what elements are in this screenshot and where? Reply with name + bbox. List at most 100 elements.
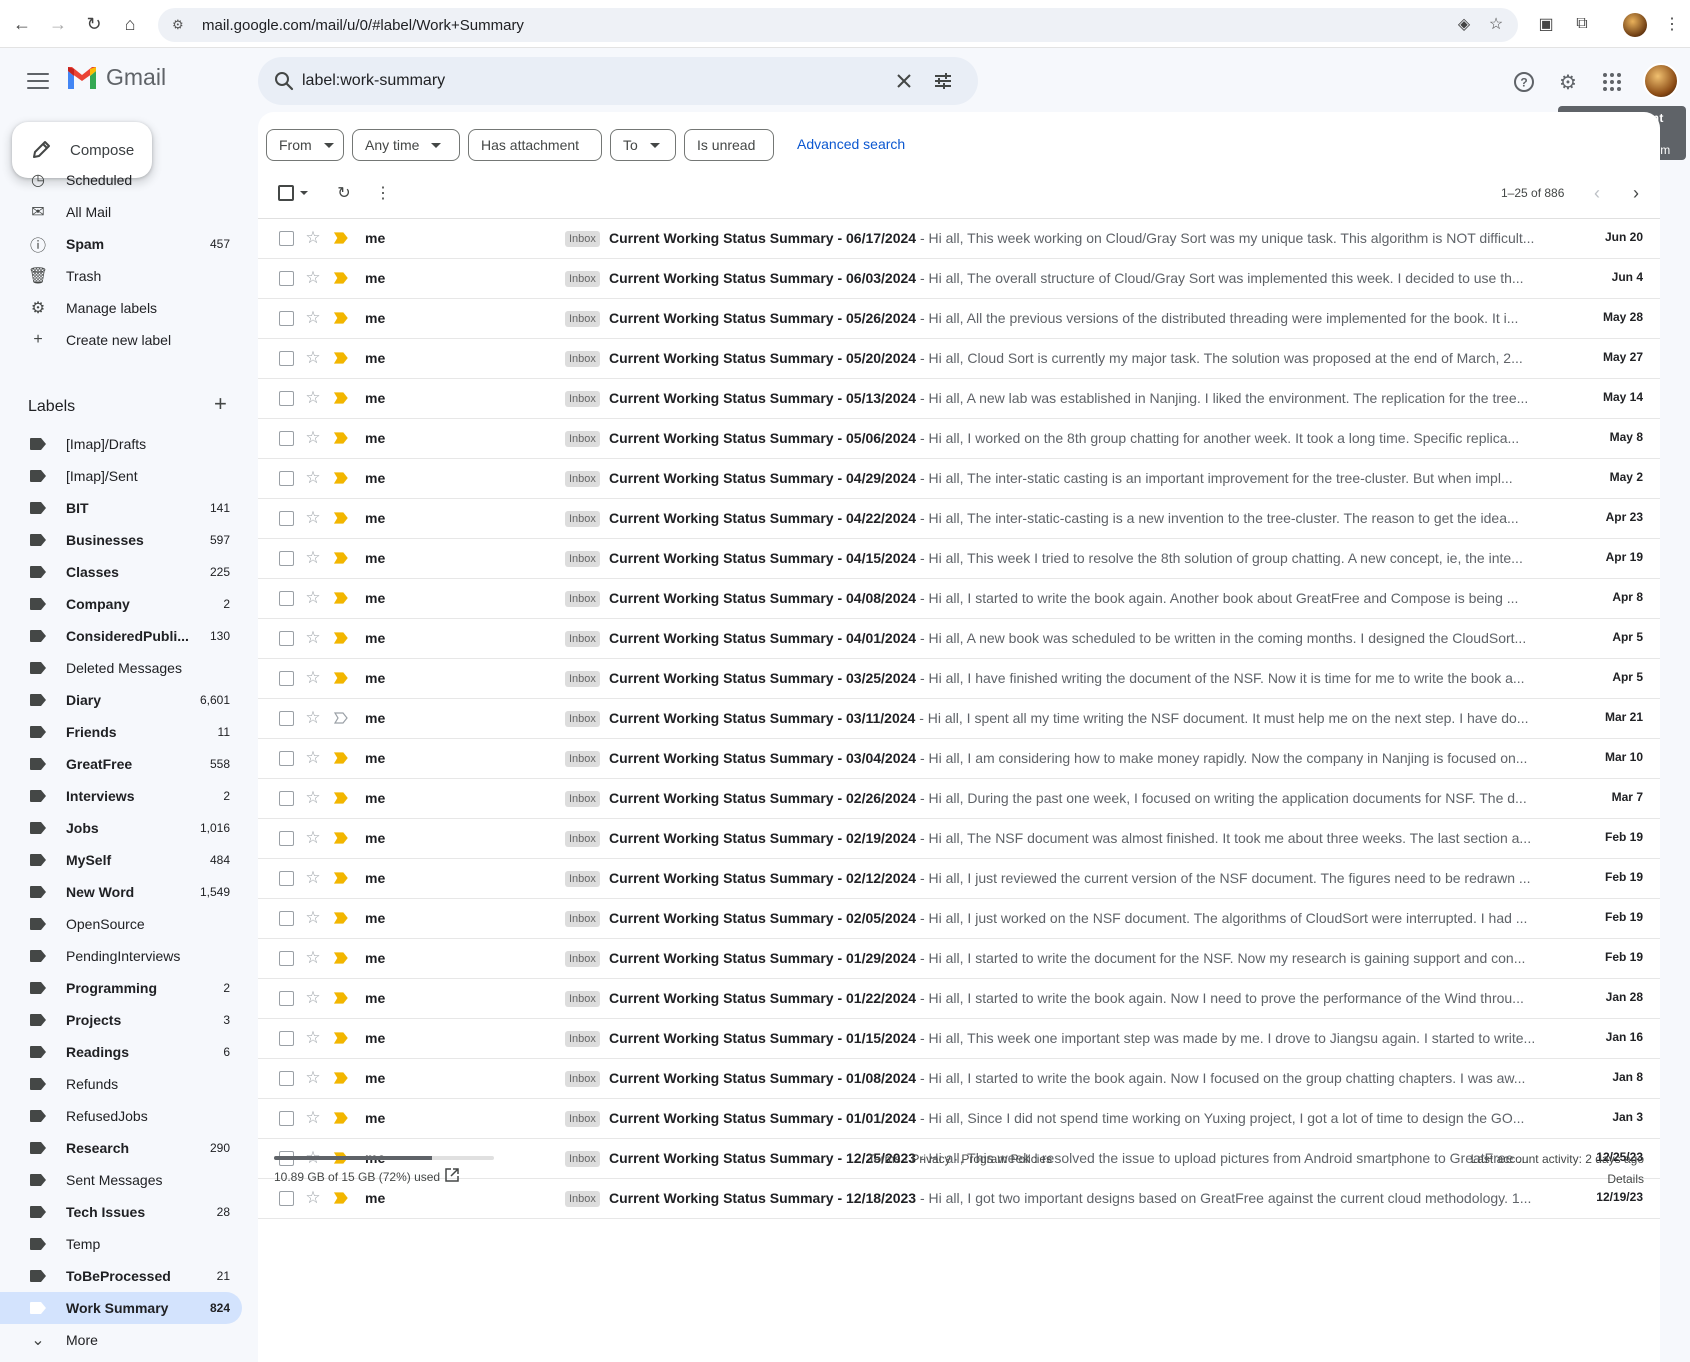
bookmark-star-icon[interactable]: ☆ bbox=[1484, 12, 1508, 36]
details-link[interactable]: Details bbox=[1607, 1172, 1644, 1186]
importance-marker-icon[interactable] bbox=[334, 952, 348, 964]
inbox-badge[interactable]: Inbox bbox=[565, 1111, 600, 1127]
sidebar-item-manage-labels[interactable]: ⚙ Manage labels bbox=[0, 292, 242, 324]
importance-marker-icon[interactable] bbox=[334, 552, 348, 564]
star-icon[interactable]: ☆ bbox=[303, 1068, 323, 1088]
row-checkbox[interactable] bbox=[279, 471, 294, 486]
inbox-badge[interactable]: Inbox bbox=[565, 791, 600, 807]
sidebar-label-opensource[interactable]: OpenSource bbox=[0, 908, 242, 940]
row-checkbox[interactable] bbox=[279, 791, 294, 806]
sidebar-item-trash[interactable]: 🗑 Trash bbox=[0, 260, 242, 292]
inbox-badge[interactable]: Inbox bbox=[565, 631, 600, 647]
email-row[interactable]: ☆ me Inbox Current Working Status Summary -… bbox=[258, 1099, 1660, 1139]
importance-marker-icon[interactable] bbox=[334, 1032, 348, 1044]
star-icon[interactable]: ☆ bbox=[303, 988, 323, 1008]
importance-marker-icon[interactable] bbox=[334, 232, 348, 244]
sidebar-label-greatfree[interactable]: GreatFree 558 bbox=[0, 748, 242, 780]
inbox-badge[interactable]: Inbox bbox=[565, 1151, 600, 1167]
email-row[interactable]: ☆ me Inbox Current Working Status Summary -… bbox=[258, 739, 1660, 779]
star-icon[interactable]: ☆ bbox=[303, 908, 323, 928]
email-row[interactable]: ☆ me Inbox Current Working Status Summary -… bbox=[258, 779, 1660, 819]
browser-profile-avatar[interactable] bbox=[1623, 13, 1647, 37]
sidebar-label-new-word[interactable]: New Word 1,549 bbox=[0, 876, 242, 908]
puzzle-icon[interactable]: ⧉ bbox=[1570, 12, 1594, 36]
row-checkbox[interactable] bbox=[279, 271, 294, 286]
importance-marker-icon[interactable] bbox=[334, 1192, 348, 1204]
sidebar-label-deleted-messages[interactable]: Deleted Messages bbox=[0, 652, 242, 684]
email-row[interactable]: ☆ me Inbox Current Working Status Summary -… bbox=[258, 659, 1660, 699]
sidebar-label-tech-issues[interactable]: Tech Issues 28 bbox=[0, 1196, 242, 1228]
sidebar-label-classes[interactable]: Classes 225 bbox=[0, 556, 242, 588]
sidebar-item-all-mail[interactable]: ✉ All Mail bbox=[0, 196, 242, 228]
sidebar-label-readings[interactable]: Readings 6 bbox=[0, 1036, 242, 1068]
row-checkbox[interactable] bbox=[279, 391, 294, 406]
star-icon[interactable]: ☆ bbox=[303, 468, 323, 488]
importance-marker-icon[interactable] bbox=[334, 912, 348, 924]
sidebar-label-myself[interactable]: MySelf 484 bbox=[0, 844, 242, 876]
row-checkbox[interactable] bbox=[279, 951, 294, 966]
inbox-badge[interactable]: Inbox bbox=[565, 351, 600, 367]
inbox-badge[interactable]: Inbox bbox=[565, 591, 600, 607]
forward-icon[interactable]: → bbox=[46, 12, 70, 36]
star-icon[interactable]: ☆ bbox=[303, 508, 323, 528]
sidebar-label-friends[interactable]: Friends 11 bbox=[0, 716, 242, 748]
gmail-logo[interactable]: Gmail bbox=[66, 64, 166, 91]
inbox-badge[interactable]: Inbox bbox=[565, 1191, 600, 1207]
from-filter-chip[interactable]: From bbox=[266, 129, 344, 161]
search-icon[interactable] bbox=[272, 69, 296, 93]
sidebar-more[interactable]: ⌄ More bbox=[0, 1324, 242, 1356]
email-row[interactable]: ☆ me Inbox Current Working Status Summary -… bbox=[258, 379, 1660, 419]
site-settings-icon[interactable]: ⚙ bbox=[172, 17, 192, 33]
row-checkbox[interactable] bbox=[279, 511, 294, 526]
row-checkbox[interactable] bbox=[279, 591, 294, 606]
email-row[interactable]: ☆ me Inbox Current Working Status Summary -… bbox=[258, 1179, 1660, 1219]
inbox-badge[interactable]: Inbox bbox=[565, 951, 600, 967]
inbox-badge[interactable]: Inbox bbox=[565, 871, 600, 887]
email-row[interactable]: ☆ me Inbox Current Working Status Summary -… bbox=[258, 899, 1660, 939]
more-options-icon[interactable]: ⋮ bbox=[372, 182, 394, 204]
clear-search-icon[interactable] bbox=[894, 71, 914, 91]
inbox-badge[interactable]: Inbox bbox=[565, 991, 600, 1007]
reload-icon[interactable]: ↻ bbox=[82, 12, 106, 36]
inbox-badge[interactable]: Inbox bbox=[565, 551, 600, 567]
star-icon[interactable]: ☆ bbox=[303, 708, 323, 728]
sidebar-label-tobeprocessed[interactable]: ToBeProcessed 21 bbox=[0, 1260, 242, 1292]
prev-page-icon[interactable]: ‹ bbox=[1586, 182, 1608, 204]
sidebar-item-create-new-label[interactable]: + Create new label bbox=[0, 324, 242, 356]
star-icon[interactable]: ☆ bbox=[303, 268, 323, 288]
address-bar[interactable]: ⚙ mail.google.com/mail/u/0/#label/Work+S… bbox=[158, 8, 1518, 42]
sidebar-label-sent-messages[interactable]: Sent Messages bbox=[0, 1164, 242, 1196]
star-icon[interactable]: ☆ bbox=[303, 228, 323, 248]
account-avatar[interactable] bbox=[1643, 63, 1679, 99]
row-checkbox[interactable] bbox=[279, 751, 294, 766]
inbox-badge[interactable]: Inbox bbox=[565, 231, 600, 247]
importance-marker-icon[interactable] bbox=[334, 872, 348, 884]
inbox-badge[interactable]: Inbox bbox=[565, 911, 600, 927]
back-icon[interactable]: ← bbox=[10, 12, 34, 36]
select-menu-chevron-icon[interactable] bbox=[300, 191, 308, 195]
star-icon[interactable]: ☆ bbox=[303, 388, 323, 408]
importance-marker-icon[interactable] bbox=[334, 672, 348, 684]
sidebar-item-scheduled[interactable]: ◷ Scheduled bbox=[0, 164, 242, 196]
importance-marker-icon[interactable] bbox=[334, 432, 348, 444]
email-row[interactable]: ☆ me Inbox Current Working Status Summary -… bbox=[258, 299, 1660, 339]
email-row[interactable]: ☆ me Inbox Current Working Status Summary -… bbox=[258, 339, 1660, 379]
inbox-badge[interactable]: Inbox bbox=[565, 711, 600, 727]
inbox-badge[interactable]: Inbox bbox=[565, 391, 600, 407]
importance-marker-icon[interactable] bbox=[334, 792, 348, 804]
row-checkbox[interactable] bbox=[279, 991, 294, 1006]
sidebar-label-imap-sent[interactable]: [Imap]/Sent bbox=[0, 460, 242, 492]
extension-icon[interactable]: ▣ bbox=[1534, 12, 1558, 36]
sidebar-label-temp[interactable]: Temp bbox=[0, 1228, 242, 1260]
star-icon[interactable]: ☆ bbox=[303, 348, 323, 368]
email-row[interactable]: ☆ me Inbox Current Working Status Summary -… bbox=[258, 1019, 1660, 1059]
star-icon[interactable]: ☆ bbox=[303, 1188, 323, 1208]
sidebar-label-diary[interactable]: Diary 6,601 bbox=[0, 684, 242, 716]
email-row[interactable]: ☆ me Inbox Current Working Status Summary -… bbox=[258, 539, 1660, 579]
row-checkbox[interactable] bbox=[279, 311, 294, 326]
star-icon[interactable]: ☆ bbox=[303, 788, 323, 808]
next-page-icon[interactable]: › bbox=[1625, 182, 1647, 204]
sidebar-label-programming[interactable]: Programming 2 bbox=[0, 972, 242, 1004]
importance-marker-icon[interactable] bbox=[334, 512, 348, 524]
star-icon[interactable]: ☆ bbox=[303, 828, 323, 848]
